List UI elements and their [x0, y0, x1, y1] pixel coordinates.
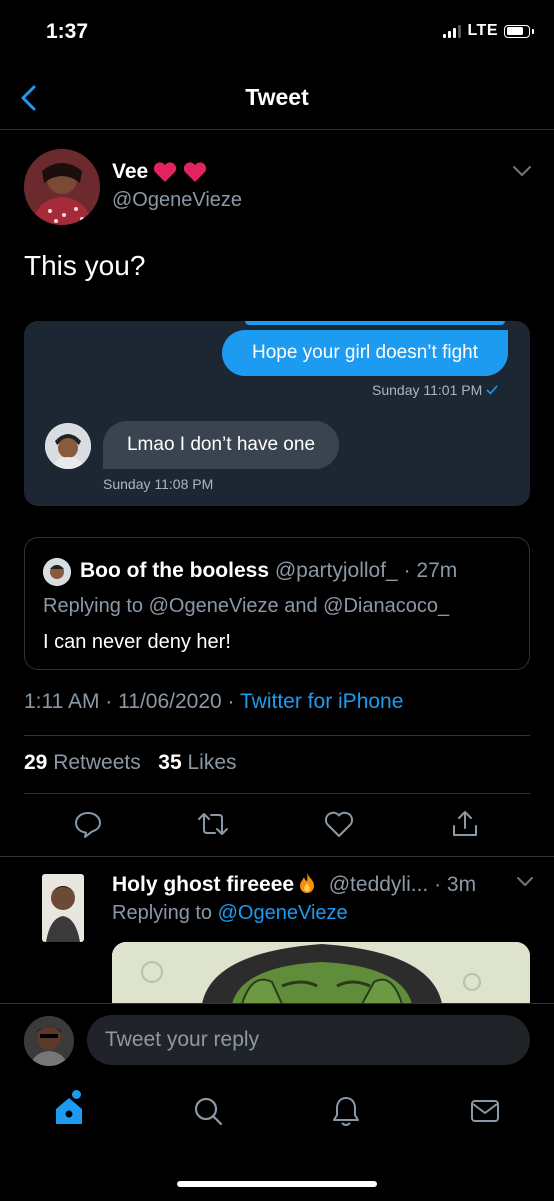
- divider: [24, 793, 530, 794]
- quoted-tweet-age: · 27m: [403, 559, 458, 582]
- dm-previous-bubble-edge: [245, 321, 505, 325]
- battery-icon: [504, 24, 534, 38]
- like-icon[interactable]: [323, 809, 355, 839]
- read-check-icon: [486, 384, 498, 396]
- reply-tweet-age: · 3m: [434, 873, 477, 896]
- fire-emoji-icon: [297, 872, 317, 894]
- outgoing-message-text: Hope your girl doesn’t fight: [251, 342, 478, 363]
- quoted-tweet-header: Boo of the booless @partyjollof_ · 27m: [80, 559, 457, 583]
- heart-emoji-icon: [152, 160, 178, 184]
- likes-stat[interactable]: 35 Likes: [158, 751, 236, 774]
- reply-replying-user[interactable]: @OgeneVieze: [218, 902, 348, 924]
- reply-author-avatar[interactable]: [42, 874, 84, 942]
- author-handle[interactable]: @OgeneVieze: [112, 189, 242, 212]
- home-icon[interactable]: [53, 1095, 85, 1127]
- outgoing-message-bubble: Hope your girl doesn’t fight: [222, 330, 508, 376]
- reply-tweet-header: Holy ghost fireeee @teddyli... · 3m: [112, 872, 476, 897]
- quoted-replying-and: and: [284, 595, 318, 617]
- heart-emoji-icon: [182, 160, 208, 184]
- divider: [0, 856, 554, 857]
- network-label: LTE: [467, 22, 498, 39]
- search-icon[interactable]: [192, 1095, 224, 1127]
- quoted-author-avatar: [43, 558, 71, 586]
- reply-media-image[interactable]: [112, 942, 530, 1004]
- page-title: Tweet: [245, 84, 309, 110]
- quoted-author-name: Boo of the booless: [80, 559, 269, 582]
- quoted-replying-user-2: @Dianacoco_: [323, 595, 450, 617]
- incoming-message-text: Lmao I don’t have one: [126, 434, 316, 455]
- reply-replying-prefix: Replying to: [112, 902, 213, 924]
- chevron-down-icon[interactable]: [516, 876, 534, 888]
- retweets-stat[interactable]: 29 Retweets: [24, 751, 141, 774]
- outgoing-message-time: Sunday 11:01 PM: [372, 382, 498, 398]
- incoming-message-bubble: Lmao I don’t have one: [103, 421, 339, 469]
- tweet-text: This you?: [24, 250, 146, 281]
- quoted-replying-user-1: @OgeneVieze: [148, 595, 279, 617]
- quoted-replying-prefix: Replying to: [43, 595, 144, 617]
- author-name[interactable]: Vee: [112, 160, 208, 184]
- dm-contact-avatar: [45, 423, 91, 469]
- nav-divider: [0, 129, 554, 130]
- retweet-icon[interactable]: [197, 809, 229, 839]
- home-notification-dot: [72, 1090, 81, 1099]
- reply-author-handle: @teddyli...: [328, 873, 429, 896]
- signal-icon: [443, 24, 462, 38]
- retweets-label: Retweets: [53, 751, 141, 774]
- tweet-stats: 29 Retweets 35 Likes: [24, 751, 237, 775]
- retweets-count: 29: [24, 751, 48, 774]
- tweet-meta: 1:11 AM · 11/06/2020 · Twitter for iPhon…: [24, 690, 403, 714]
- current-user-avatar[interactable]: [24, 1016, 74, 1066]
- reply-icon[interactable]: [73, 809, 103, 839]
- tweet-source-link[interactable]: Twitter for iPhone: [240, 690, 403, 713]
- likes-label: Likes: [187, 751, 237, 774]
- outgoing-time-text: Sunday 11:01 PM: [372, 382, 483, 398]
- divider: [24, 735, 530, 736]
- tweet-timestamp: 1:11 AM · 11/06/2020 ·: [24, 690, 235, 713]
- home-indicator: [177, 1181, 377, 1187]
- reply-replying-to: Replying to @OgeneVieze: [112, 902, 348, 925]
- author-avatar[interactable]: [24, 149, 100, 225]
- chevron-down-icon[interactable]: [512, 164, 532, 178]
- notifications-icon[interactable]: [330, 1095, 362, 1127]
- status-indicators: LTE: [443, 22, 534, 40]
- quoted-tweet-text: I can never deny her!: [43, 631, 231, 653]
- messages-icon[interactable]: [469, 1095, 501, 1127]
- reply-author-name[interactable]: Holy ghost fireeee: [112, 873, 294, 896]
- likes-count: 35: [158, 751, 182, 774]
- share-icon[interactable]: [450, 809, 480, 839]
- incoming-message-time: Sunday 11:08 PM: [103, 476, 214, 492]
- quoted-replying-to: Replying to @OgeneVieze and @Dianacoco_: [43, 595, 449, 618]
- reply-input[interactable]: [87, 1015, 530, 1065]
- author-name-text: Vee: [112, 160, 149, 183]
- quoted-author-handle: @partyjollof_: [274, 559, 398, 582]
- status-time: 1:37: [46, 20, 89, 43]
